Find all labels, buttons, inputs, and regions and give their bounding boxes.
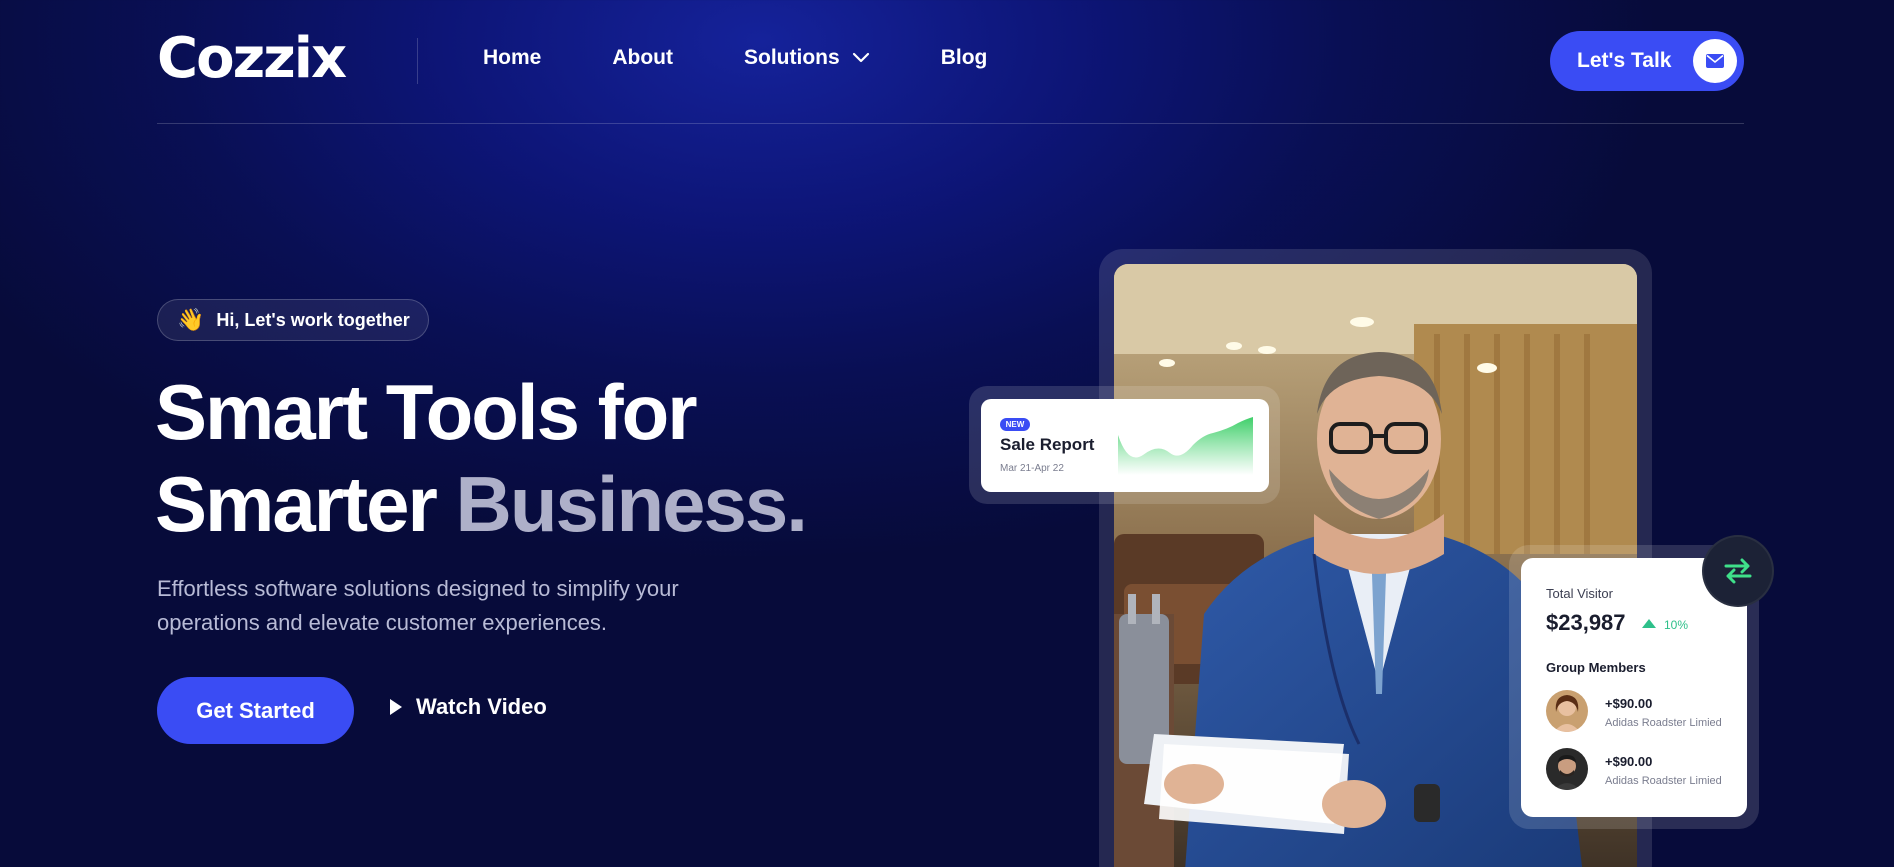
member-amount: +$90.00 xyxy=(1605,696,1653,711)
waving-hand-icon: 👋 xyxy=(177,307,205,332)
main-nav: Home About Solutions Blog xyxy=(483,46,1058,70)
nav-solutions-label: Solutions xyxy=(744,46,840,69)
sale-report-title: Sale Report xyxy=(1000,435,1095,454)
get-started-button[interactable]: Get Started xyxy=(157,677,354,744)
member-name: Adidas Roadster Limied xyxy=(1605,775,1722,787)
site-header: Cozzix Home About Solutions Blog Let's T… xyxy=(157,28,1744,124)
swap-arrows-icon xyxy=(1724,558,1752,584)
watch-video-button[interactable]: Watch Video xyxy=(390,694,547,720)
swap-button[interactable] xyxy=(1702,535,1774,607)
nav-solutions[interactable]: Solutions xyxy=(744,46,870,70)
headline-line1: Smart Tools for xyxy=(155,368,698,456)
avatar xyxy=(1546,690,1588,732)
logo-text: Cozzix xyxy=(157,26,347,91)
logo[interactable]: Cozzix xyxy=(157,26,347,91)
lets-talk-button[interactable]: Let's Talk xyxy=(1550,31,1744,91)
sale-report-card: NEW Sale Report Mar 21-Apr 22 xyxy=(981,399,1269,492)
greeting-text: Hi, Let's work together xyxy=(216,309,410,330)
headline-line2-a: Smarter xyxy=(155,460,456,548)
chevron-down-icon xyxy=(852,52,869,63)
member-name: Adidas Roadster Limied xyxy=(1605,717,1722,729)
member-item: +$90.00 Adidas Roadster Limied xyxy=(1546,748,1736,792)
header-underline xyxy=(157,123,1744,124)
visitor-change: 10% xyxy=(1664,618,1689,632)
greeting-badge: 👋 Hi, Let's work together xyxy=(157,299,429,341)
watch-video-label: Watch Video xyxy=(416,694,547,719)
hero-headline: Smart Tools for Smarter Business. xyxy=(155,366,808,550)
member-item: +$90.00 Adidas Roadster Limied xyxy=(1546,690,1736,734)
sales-sparkline xyxy=(1118,417,1253,475)
avatar xyxy=(1546,748,1588,790)
play-icon xyxy=(390,699,402,715)
lets-talk-label: Let's Talk xyxy=(1577,49,1672,72)
group-members-title: Group Members xyxy=(1546,660,1646,675)
nav-blog[interactable]: Blog xyxy=(941,46,988,70)
nav-about[interactable]: About xyxy=(612,46,673,70)
total-visitor-label: Total Visitor xyxy=(1546,586,1613,601)
new-badge: NEW xyxy=(1000,418,1030,431)
hero-subtext: Effortless software solutions designed t… xyxy=(157,576,679,635)
sale-report-date: Mar 21-Apr 22 xyxy=(1000,463,1064,474)
member-amount: +$90.00 xyxy=(1605,754,1653,769)
header-divider xyxy=(417,38,418,84)
trend-up-icon xyxy=(1642,619,1656,628)
headline-line2-b: Business. xyxy=(455,460,808,548)
nav-home[interactable]: Home xyxy=(483,46,541,70)
total-visitor-amount: $23,987 xyxy=(1546,610,1626,635)
mail-icon xyxy=(1693,39,1737,83)
